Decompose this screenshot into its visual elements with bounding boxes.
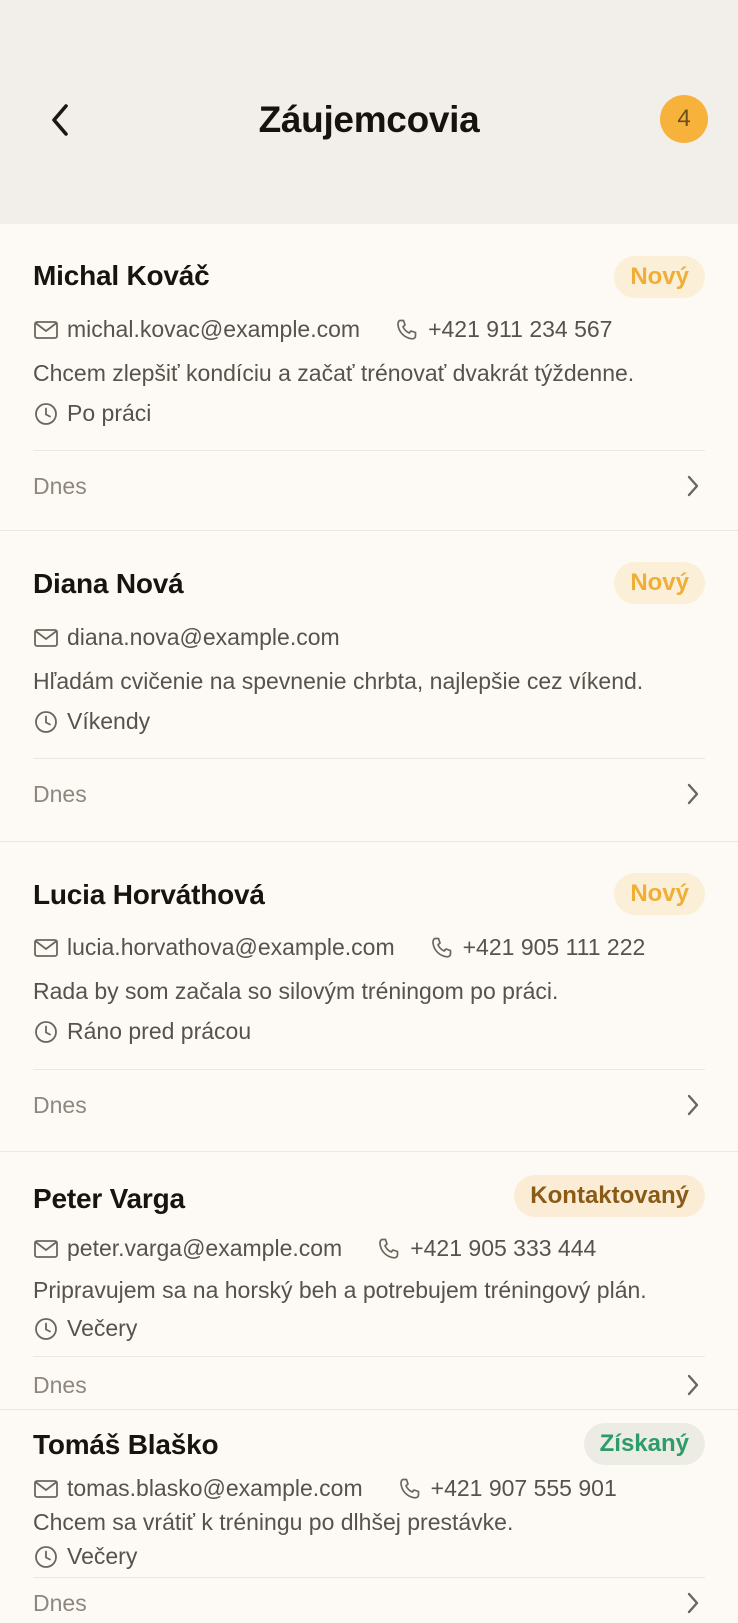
lead-name: Peter Varga bbox=[33, 1183, 185, 1214]
lead-email[interactable]: peter.varga@example.com bbox=[67, 1235, 342, 1262]
mail-icon bbox=[33, 1236, 59, 1262]
lead-card[interactable]: Diana Nová Nový diana.nova@example.com H… bbox=[0, 530, 738, 842]
phone-icon bbox=[394, 317, 420, 343]
mail-icon bbox=[33, 935, 59, 961]
clock-icon bbox=[33, 1544, 59, 1570]
lead-preferred-time: Po práci bbox=[67, 400, 152, 426]
lead-email[interactable]: tomas.blasko@example.com bbox=[67, 1475, 363, 1502]
lead-name: Tomáš Blaško bbox=[33, 1429, 219, 1460]
chevron-right-icon[interactable] bbox=[681, 1093, 705, 1117]
chevron-right-icon[interactable] bbox=[681, 1591, 705, 1615]
status-badge: Nový bbox=[614, 256, 705, 298]
clock-icon bbox=[33, 401, 59, 427]
lead-card[interactable]: Michal Kováč Nový michal.kovac@example.c… bbox=[0, 224, 738, 531]
chevron-right-icon[interactable] bbox=[681, 782, 705, 806]
lead-card[interactable]: Peter Varga Kontaktovaný peter.varga@exa… bbox=[0, 1151, 738, 1410]
page-title: Záujemcovia bbox=[258, 99, 480, 140]
mail-icon bbox=[33, 1476, 59, 1502]
clock-icon bbox=[33, 709, 59, 735]
lead-preferred-time: Ráno pred prácou bbox=[67, 1018, 252, 1044]
lead-phone[interactable]: +421 907 555 901 bbox=[431, 1475, 617, 1502]
lead-name: Michal Kováč bbox=[33, 260, 210, 291]
chevron-right-icon[interactable] bbox=[681, 474, 705, 498]
lead-date: Dnes bbox=[33, 472, 87, 499]
status-badge: Nový bbox=[614, 562, 705, 604]
status-badge: Kontaktovaný bbox=[514, 1175, 705, 1217]
lead-phone[interactable]: +421 905 333 444 bbox=[410, 1235, 596, 1262]
lead-email[interactable]: michal.kovac@example.com bbox=[67, 316, 360, 343]
lead-date: Dnes bbox=[33, 780, 87, 807]
lead-email[interactable]: diana.nova@example.com bbox=[67, 624, 340, 651]
phone-icon bbox=[376, 1236, 402, 1262]
lead-name: Diana Nová bbox=[33, 568, 184, 599]
lead-phone[interactable]: +421 905 111 222 bbox=[463, 934, 646, 961]
phone-icon bbox=[429, 935, 455, 961]
lead-preferred-time: Večery bbox=[67, 1543, 138, 1569]
lead-preferred-time: Víkendy bbox=[67, 708, 151, 734]
clock-icon bbox=[33, 1019, 59, 1045]
lead-preferred-time: Večery bbox=[67, 1315, 138, 1341]
lead-date: Dnes bbox=[33, 1371, 87, 1398]
lead-email[interactable]: lucia.horvathova@example.com bbox=[67, 934, 395, 961]
lead-name: Lucia Horváthová bbox=[33, 879, 265, 910]
phone-icon bbox=[397, 1476, 423, 1502]
mail-icon bbox=[33, 625, 59, 651]
app-header: Záujemcovia 4 bbox=[0, 0, 738, 224]
lead-card[interactable]: Tomáš Blaško Získaný tomas.blasko@exampl… bbox=[0, 1409, 738, 1616]
lead-count-badge: 4 bbox=[660, 95, 708, 143]
clock-icon bbox=[33, 1316, 59, 1342]
lead-date: Dnes bbox=[33, 1091, 87, 1118]
status-badge: Nový bbox=[614, 873, 705, 915]
divider bbox=[33, 1356, 705, 1357]
divider bbox=[33, 450, 705, 451]
lead-message: Chcem sa vrátiť k tréningu po dlhšej pre… bbox=[33, 1509, 514, 1535]
divider bbox=[33, 1577, 705, 1578]
status-badge: Získaný bbox=[583, 1423, 705, 1465]
lead-message: Pripravujem sa na horský beh a potrebuje… bbox=[33, 1277, 647, 1303]
lead-phone[interactable]: +421 911 234 567 bbox=[428, 316, 612, 343]
divider bbox=[33, 1069, 705, 1070]
lead-message: Hľadám cvičenie na spevnenie chrbta, naj… bbox=[33, 668, 644, 694]
mail-icon bbox=[33, 317, 59, 343]
divider bbox=[33, 758, 705, 759]
chevron-right-icon[interactable] bbox=[681, 1373, 705, 1397]
lead-message: Rada by som začala so silovým tréningom … bbox=[33, 978, 559, 1004]
lead-date: Dnes bbox=[33, 1589, 87, 1616]
lead-message: Chcem zlepšiť kondíciu a začať trénovať … bbox=[33, 360, 635, 386]
lead-card[interactable]: Lucia Horváthová Nový lucia.horvathova@e… bbox=[0, 841, 738, 1152]
